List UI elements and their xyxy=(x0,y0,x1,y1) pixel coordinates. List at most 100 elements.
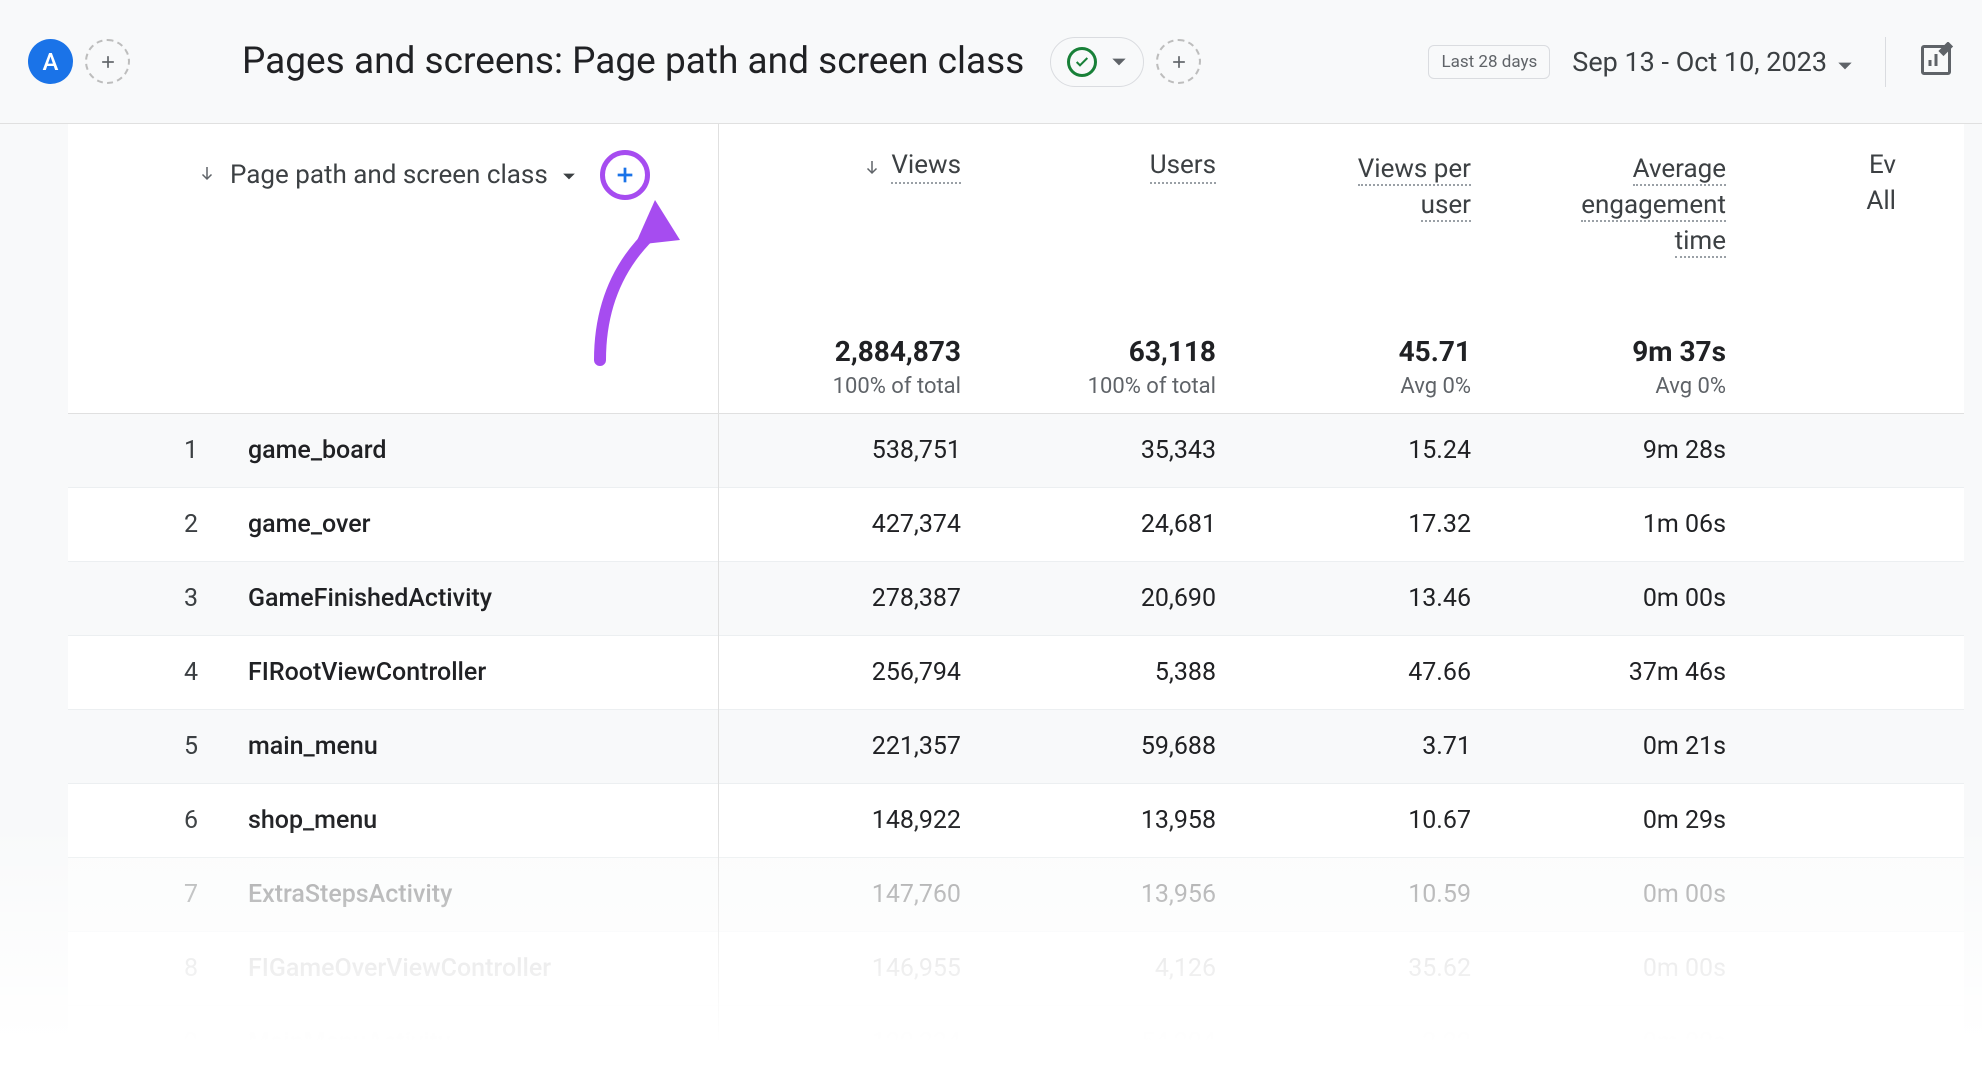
table-row[interactable]: 9MainMenuActivity 120,334 54,204 2.22 0m 00s xyxy=(68,1006,1964,1068)
column-label: Views xyxy=(891,150,961,184)
row-index: 6 xyxy=(68,806,248,835)
edit-chart-icon xyxy=(1918,42,1954,78)
plus-icon xyxy=(1169,52,1189,72)
page-title: Pages and screens: Page path and screen … xyxy=(242,40,1024,83)
row-views: 256,794 xyxy=(872,658,961,687)
row-dimension-value[interactable]: FIGameOverViewController xyxy=(248,954,718,983)
row-users: 59,688 xyxy=(1141,732,1216,761)
column-header-views[interactable]: Views xyxy=(718,150,973,184)
row-views: 120,334 xyxy=(872,1028,961,1057)
row-aet: 0m 21s xyxy=(1643,732,1726,761)
row-index: 9 xyxy=(68,1028,248,1057)
row-users: 24,681 xyxy=(1141,510,1216,539)
chevron-down-icon xyxy=(562,166,576,185)
row-users: 4,126 xyxy=(1155,954,1216,983)
row-aet: 0m 00s xyxy=(1643,1028,1726,1057)
total-vpu-sub: Avg 0% xyxy=(1228,374,1471,399)
row-vpu: 13.46 xyxy=(1408,584,1471,613)
row-dimension-value[interactable]: MainMenuActivity xyxy=(248,1028,718,1057)
row-vpu: 10.67 xyxy=(1408,806,1471,835)
row-vpu: 47.66 xyxy=(1408,658,1471,687)
row-users: 13,956 xyxy=(1141,880,1216,909)
add-dimension-button[interactable] xyxy=(600,150,650,200)
column-label: Users xyxy=(1150,150,1216,184)
row-aet: 37m 46s xyxy=(1629,658,1726,687)
avatar[interactable]: A xyxy=(28,39,73,84)
check-circle-icon xyxy=(1067,47,1097,77)
header-bar: A Pages and screens: Page path and scree… xyxy=(0,0,1982,124)
row-dimension-value[interactable]: FIRootViewController xyxy=(248,658,718,687)
row-views: 148,922 xyxy=(872,806,961,835)
row-index: 3 xyxy=(68,584,248,613)
table-row[interactable]: 3GameFinishedActivity 278,387 20,690 13.46 0… xyxy=(68,562,1964,636)
row-views: 147,760 xyxy=(872,880,961,909)
total-vpu: 45.71 xyxy=(1228,335,1471,368)
table-row[interactable]: 8FIGameOverViewController 146,955 4,126 35.… xyxy=(68,932,1964,1006)
row-index: 7 xyxy=(68,880,248,909)
row-aet: 1m 06s xyxy=(1643,510,1726,539)
column-divider xyxy=(718,124,719,1068)
row-dimension-value[interactable]: main_menu xyxy=(248,732,718,761)
table-row[interactable]: 2game_over427,37424,68117.321m 06s xyxy=(68,488,1964,562)
total-users: 63,118 xyxy=(973,335,1216,368)
plus-icon xyxy=(614,164,636,186)
divider xyxy=(1885,37,1886,87)
row-vpu: 35.62 xyxy=(1408,954,1471,983)
table-row[interactable]: 4FIRootViewController256,7945,38847.6637… xyxy=(68,636,1964,710)
column-label: All xyxy=(1738,186,1896,216)
row-vpu: 3.71 xyxy=(1422,732,1471,761)
column-header-users[interactable]: Users xyxy=(973,150,1228,184)
table-row[interactable]: 7ExtraStepsActivity 147,760 13,956 10.59 0m … xyxy=(68,858,1964,932)
plus-icon xyxy=(98,52,118,72)
row-users: 20,690 xyxy=(1141,584,1216,613)
row-vpu: 2.22 xyxy=(1422,1028,1471,1057)
row-aet: 0m 00s xyxy=(1643,880,1726,909)
total-aet-sub: Avg 0% xyxy=(1483,374,1726,399)
column-header-avg-engagement-time[interactable]: Average engagement time xyxy=(1483,150,1738,258)
row-dimension-value[interactable]: game_over xyxy=(248,510,718,539)
column-label: Ev xyxy=(1738,150,1896,180)
row-dimension-value[interactable]: game_board xyxy=(248,436,718,465)
row-users: 13,958 xyxy=(1141,806,1216,835)
totals-row: 2,884,873 100% of total 63,118 100% of t… xyxy=(68,304,1964,414)
dimension-header[interactable]: Page path and screen class xyxy=(68,150,718,200)
customize-report-button[interactable] xyxy=(1918,42,1954,82)
row-dimension-value[interactable]: ExtraStepsActivity xyxy=(248,880,718,909)
column-label: engagement xyxy=(1581,190,1726,222)
row-users: 5,388 xyxy=(1155,658,1216,687)
row-views: 278,387 xyxy=(872,584,961,613)
total-views-sub: 100% of total xyxy=(718,374,961,399)
dimension-label: Page path and screen class xyxy=(230,160,548,190)
table-body: 1game_board538,75135,34315.249m 28s2game… xyxy=(68,414,1964,1068)
row-dimension-value[interactable]: GameFinishedActivity xyxy=(248,584,718,613)
row-aet: 0m 00s xyxy=(1643,954,1726,983)
add-comparison-button[interactable] xyxy=(85,39,130,84)
column-header-views-per-user[interactable]: Views per user xyxy=(1228,150,1483,222)
status-pill[interactable] xyxy=(1050,37,1144,87)
chevron-down-icon xyxy=(1111,52,1127,71)
column-label: Average xyxy=(1633,154,1726,186)
row-views: 221,357 xyxy=(872,732,961,761)
row-views: 146,955 xyxy=(872,954,961,983)
row-vpu: 17.32 xyxy=(1408,510,1471,539)
table-row[interactable]: 1game_board538,75135,34315.249m 28s xyxy=(68,414,1964,488)
row-aet: 0m 00s xyxy=(1643,584,1726,613)
row-index: 5 xyxy=(68,732,248,761)
row-dimension-value[interactable]: shop_menu xyxy=(248,806,718,835)
row-vpu: 10.59 xyxy=(1408,880,1471,909)
total-users-sub: 100% of total xyxy=(973,374,1216,399)
row-users: 54,204 xyxy=(1141,1028,1216,1057)
add-segment-button[interactable] xyxy=(1156,39,1201,84)
date-range-picker[interactable]: Sep 13 - Oct 10, 2023 xyxy=(1572,46,1853,78)
column-label: user xyxy=(1421,190,1471,222)
row-index: 2 xyxy=(68,510,248,539)
row-index: 8 xyxy=(68,954,248,983)
arrow-down-icon xyxy=(198,164,216,186)
column-header-event[interactable]: Ev All xyxy=(1738,150,1908,216)
row-aet: 0m 29s xyxy=(1643,806,1726,835)
total-aet: 9m 37s xyxy=(1483,335,1726,368)
table-row[interactable]: 5main_menu 221,357 59,688 3.71 0m 21s xyxy=(68,710,1964,784)
table-row[interactable]: 6shop_menu 148,922 13,958 10.67 0m 29s xyxy=(68,784,1964,858)
arrow-down-icon xyxy=(863,158,881,176)
total-views: 2,884,873 xyxy=(718,335,961,368)
